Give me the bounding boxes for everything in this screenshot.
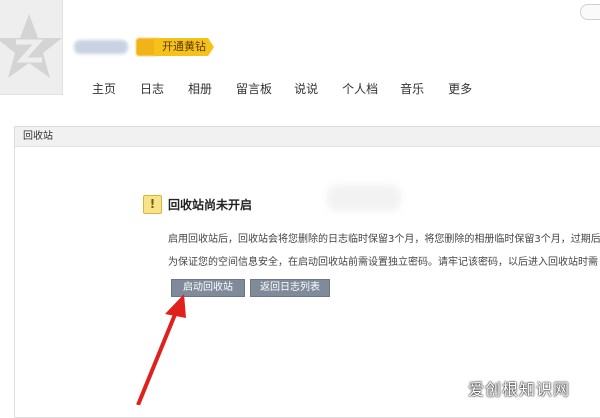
red-arrow-icon [136, 294, 186, 405]
watermark: 爱创根知识网 [468, 380, 571, 399]
